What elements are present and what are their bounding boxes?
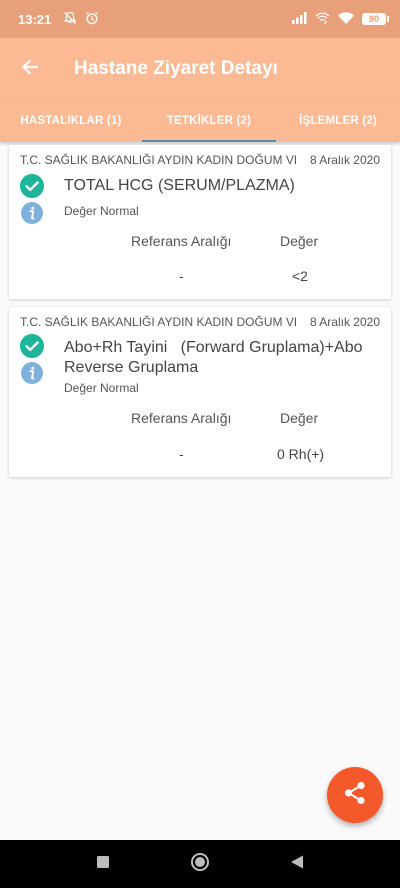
result-value: <2 [292, 268, 308, 284]
hospital-name: T.C. SAĞLIK BAKANLIĞI AYDIN KADIN DOĞUM … [20, 315, 296, 329]
app-bar: Hastane Ziyaret Detayı [0, 38, 400, 100]
share-icon [342, 780, 368, 811]
reference-range-header: Referans Aralığı [131, 410, 232, 426]
info-icon[interactable] [21, 362, 43, 384]
wifi-icon [338, 11, 354, 27]
home-circle-icon [190, 852, 210, 877]
test-result-card[interactable]: T.C. SAĞLIK BAKANLIĞI AYDIN KADIN DOĞUM … [9, 307, 391, 477]
battery-icon: 90 [362, 13, 389, 25]
check-circle-icon [20, 174, 44, 198]
arrow-left-icon [20, 57, 40, 82]
result-note: Değer Normal [64, 381, 139, 395]
signal-icon [292, 11, 307, 27]
back-button[interactable] [2, 41, 58, 97]
recents-square-icon [96, 855, 110, 874]
value-header: Değer [280, 410, 319, 426]
recents-button[interactable] [83, 844, 123, 884]
tab-bar: HASTALIKLAR (1) TETKİKLER (2) İŞLEMLER (… [0, 100, 400, 142]
page-title: Hastane Ziyaret Detayı [74, 58, 278, 79]
info-icon[interactable] [21, 202, 43, 224]
tab-islemler[interactable]: İŞLEMLER (2) [276, 100, 400, 142]
alarm-icon [85, 11, 99, 28]
home-button[interactable] [180, 844, 220, 884]
system-nav-bar [0, 840, 400, 888]
status-bar: 13:21 90 [0, 0, 400, 38]
test-result-card[interactable]: T.C. SAĞLIK BAKANLIĞI AYDIN KADIN DOĞUM … [9, 145, 391, 299]
test-name: Abo+Rh Tayini (Forward Gruplama)+Abo Rev… [64, 339, 367, 376]
result-date: 8 Aralık 2020 [309, 315, 380, 329]
mute-bell-icon [63, 11, 77, 28]
tab-tetkikler[interactable]: TETKİKLER (2) [142, 100, 276, 142]
result-value: 0 Rh(+) [277, 446, 325, 462]
status-time: 13:21 [18, 11, 52, 27]
nav-back-button[interactable] [277, 844, 317, 884]
reference-range-header: Referans Aralığı [131, 233, 232, 249]
result-note: Değer Normal [64, 204, 139, 218]
check-circle-icon [20, 334, 44, 358]
tab-hastaliklar[interactable]: HASTALIKLAR (1) [0, 100, 142, 142]
back-triangle-icon [289, 854, 305, 875]
wifi-calling-icon [315, 11, 330, 27]
hospital-name: T.C. SAĞLIK BAKANLIĞI AYDIN KADIN DOĞUM … [20, 153, 296, 167]
reference-range-value: - [179, 268, 184, 284]
value-header: Değer [280, 233, 319, 249]
reference-range-value: - [179, 446, 184, 462]
result-date: 8 Aralık 2020 [309, 153, 380, 167]
test-name: TOTAL HCG (SERUM/PLAZMA) [64, 177, 295, 194]
share-button[interactable] [327, 767, 383, 823]
